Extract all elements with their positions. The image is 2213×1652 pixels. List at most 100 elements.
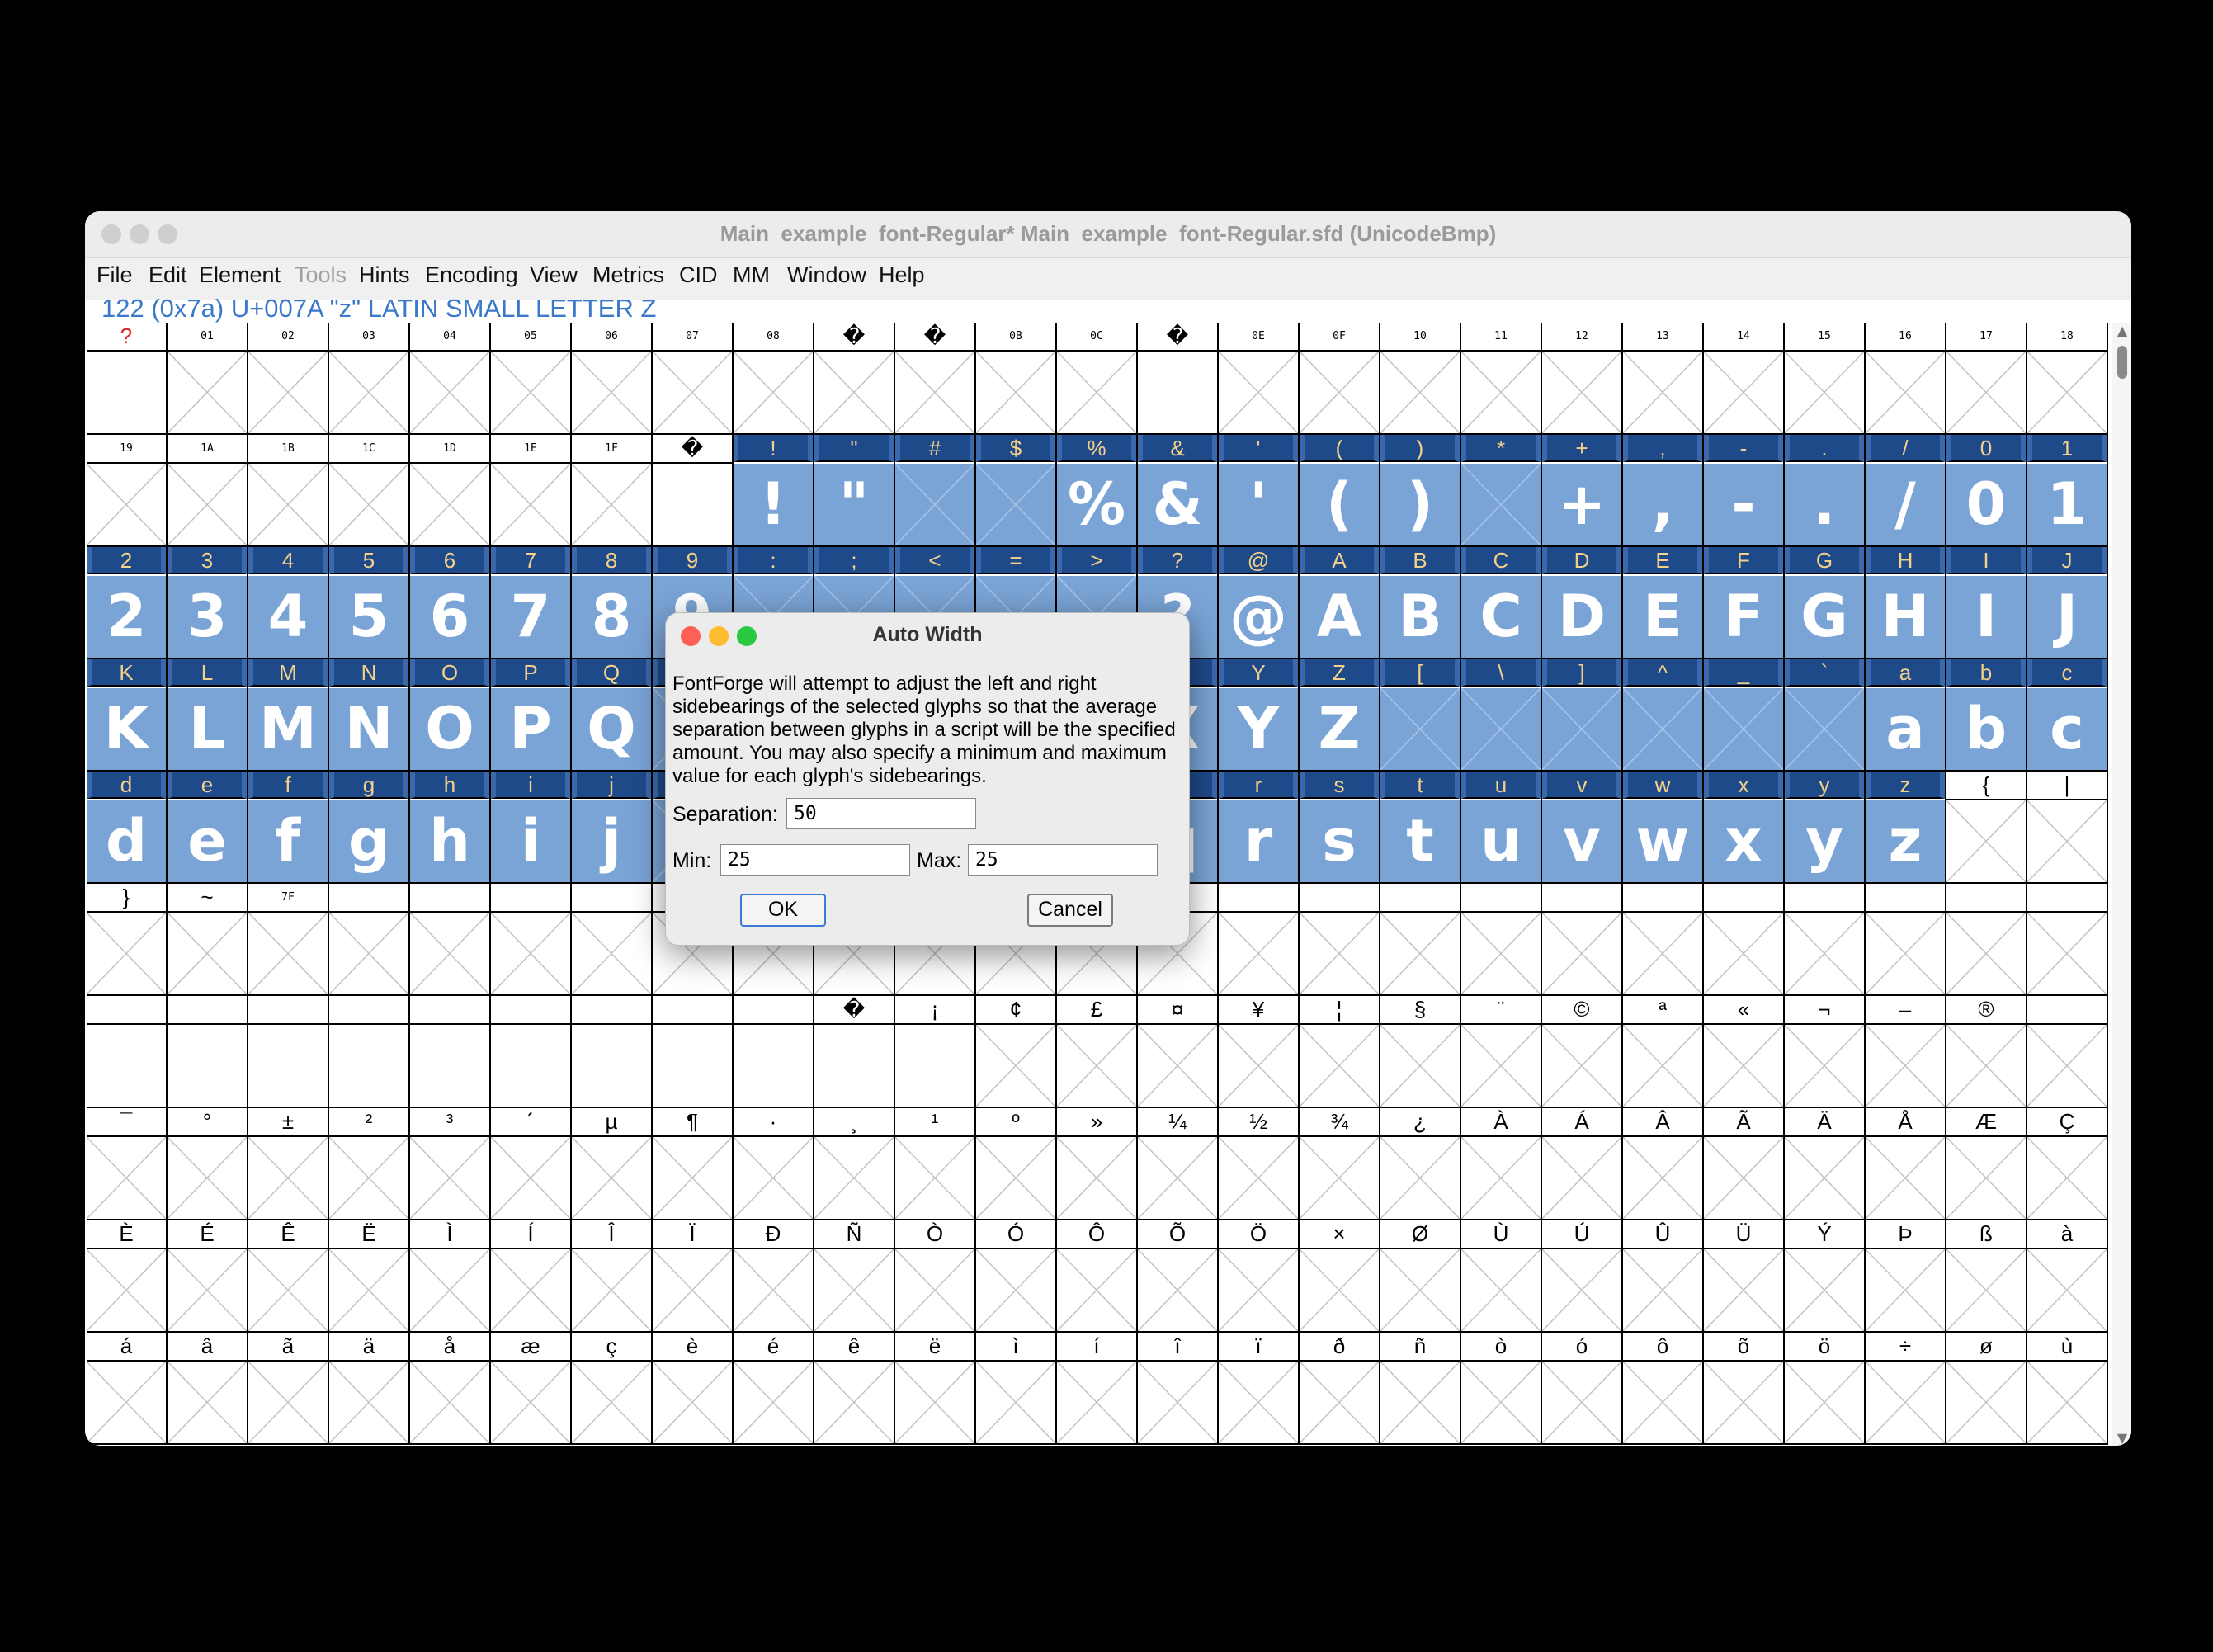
glyph-cell[interactable]: ii <box>491 772 572 884</box>
glyph-cell[interactable]: ¿ <box>1380 1108 1461 1220</box>
menu-help[interactable]: Help <box>879 262 925 288</box>
glyph-cell[interactable]: ¾ <box>1300 1108 1380 1220</box>
glyph-cell[interactable]: gg <box>329 772 410 884</box>
glyph-cell[interactable]: $ <box>976 435 1057 547</box>
glyph-cell[interactable]: ff <box>248 772 329 884</box>
glyph-cell[interactable]: dd <box>87 772 168 884</box>
glyph-cell[interactable]: Õ <box>1138 1220 1219 1333</box>
glyph-cell[interactable]: uu <box>1461 772 1542 884</box>
glyph-cell[interactable]: (( <box>1300 435 1380 547</box>
glyph-cell[interactable] <box>329 884 410 996</box>
glyph-cell[interactable] <box>653 996 734 1108</box>
glyph-cell[interactable]: YY <box>1219 659 1300 772</box>
separation-input[interactable] <box>786 798 976 829</box>
glyph-cell[interactable]: ô <box>1623 1333 1704 1445</box>
glyph-cell[interactable]: ss <box>1300 772 1380 884</box>
glyph-cell[interactable]: ¥ <box>1219 996 1300 1108</box>
glyph-cell[interactable]: º <box>976 1108 1057 1220</box>
glyph-cell[interactable]: á <box>87 1333 168 1445</box>
glyph-cell[interactable]: § <box>1380 996 1461 1108</box>
glyph-cell[interactable]: 44 <box>248 547 329 659</box>
glyph-cell[interactable]: ä <box>329 1333 410 1445</box>
glyph-cell[interactable]: ³ <box>410 1108 491 1220</box>
glyph-cell[interactable]: jj <box>572 772 653 884</box>
glyph-cell[interactable]: ¬ <box>1785 996 1866 1108</box>
vertical-scrollbar[interactable]: ▲ ▼ <box>2112 323 2131 1446</box>
glyph-cell[interactable]: ^ <box>1623 659 1704 772</box>
glyph-cell[interactable]: 00 <box>1946 435 2027 547</box>
glyph-cell[interactable]: Ý <box>1785 1220 1866 1333</box>
glyph-cell[interactable]: ? <box>87 323 168 435</box>
glyph-cell[interactable]: JJ <box>2027 547 2108 659</box>
glyph-cell[interactable]: 07 <box>653 323 734 435</box>
glyph-cell[interactable]: ww <box>1623 772 1704 884</box>
glyph-cell[interactable]: ` <box>1785 659 1866 772</box>
glyph-cell[interactable]: " " <box>814 435 895 547</box>
glyph-cell[interactable] <box>1542 884 1623 996</box>
glyph-cell[interactable]: ð <box>1300 1333 1380 1445</box>
glyph-cell[interactable]: 14 <box>1704 323 1785 435</box>
glyph-cell[interactable]: Ð <box>734 1220 814 1333</box>
glyph-cell[interactable]: ¡ <box>895 996 976 1108</box>
glyph-cell[interactable]: ´ <box>491 1108 572 1220</box>
glyph-cell[interactable]: ,, <box>1623 435 1704 547</box>
glyph-cell[interactable]: · <box>734 1108 814 1220</box>
glyph-cell[interactable]: 0B <box>976 323 1057 435</box>
glyph-cell[interactable] <box>87 996 168 1108</box>
glyph-cell[interactable]: 16 <box>1866 323 1946 435</box>
glyph-cell[interactable]: Ê <box>248 1220 329 1333</box>
glyph-cell[interactable]: !! <box>734 435 814 547</box>
glyph-cell[interactable]: Ë <box>329 1220 410 1333</box>
glyph-cell[interactable]: ¼ <box>1138 1108 1219 1220</box>
glyph-cell[interactable]: { <box>1946 772 2027 884</box>
glyph-cell[interactable] <box>491 884 572 996</box>
glyph-cell[interactable]: Ó <box>976 1220 1057 1333</box>
glyph-cell[interactable]: 19 <box>87 435 168 547</box>
glyph-cell[interactable]: KK <box>87 659 168 772</box>
glyph-cell[interactable]: 18 <box>2027 323 2108 435</box>
glyph-cell[interactable]: ½ <box>1219 1108 1300 1220</box>
glyph-cell[interactable]: 08 <box>734 323 814 435</box>
glyph-cell[interactable]: 0E <box>1219 323 1300 435</box>
glyph-cell[interactable]: xx <box>1704 772 1785 884</box>
glyph-cell[interactable]: rr <box>1219 772 1300 884</box>
glyph-cell[interactable]: å <box>410 1333 491 1445</box>
glyph-cell[interactable]: í <box>1057 1333 1138 1445</box>
glyph-cell[interactable]: Ù <box>1461 1220 1542 1333</box>
glyph-cell[interactable]: 10 <box>1380 323 1461 435</box>
glyph-cell[interactable]: HH <box>1866 547 1946 659</box>
glyph-cell[interactable]: 22 <box>87 547 168 659</box>
glyph-cell[interactable]: Ï <box>653 1220 734 1333</box>
glyph-cell[interactable]: ì <box>976 1333 1057 1445</box>
glyph-cell[interactable]: Â <box>1623 1108 1704 1220</box>
glyph-cell[interactable]: 11 <box>1461 323 1542 435</box>
glyph-cell[interactable]: æ <box>491 1333 572 1445</box>
glyph-cell[interactable]: FF <box>1704 547 1785 659</box>
glyph-cell[interactable]: 17 <box>1946 323 2027 435</box>
glyph-cell[interactable]: _ <box>1704 659 1785 772</box>
glyph-cell[interactable]: %% <box>1057 435 1138 547</box>
glyph-cell[interactable]: ÷ <box>1866 1333 1946 1445</box>
glyph-cell[interactable]: ZZ <box>1300 659 1380 772</box>
glyph-cell[interactable]: ù <box>2027 1333 2108 1445</box>
glyph-cell[interactable]: Î <box>572 1220 653 1333</box>
glyph-cell[interactable] <box>1219 884 1300 996</box>
glyph-cell[interactable]: ã <box>248 1333 329 1445</box>
glyph-cell[interactable]: À <box>1461 1108 1542 1220</box>
glyph-cell[interactable]: + + <box>1542 435 1623 547</box>
glyph-cell[interactable] <box>572 996 653 1108</box>
glyph-cell[interactable]: õ <box>1704 1333 1785 1445</box>
glyph-cell[interactable]: ñ <box>1380 1333 1461 1445</box>
glyph-cell[interactable]: Ä <box>1785 1108 1866 1220</box>
glyph-cell[interactable]: 0F <box>1300 323 1380 435</box>
glyph-cell[interactable]: â <box>168 1333 248 1445</box>
glyph-cell[interactable]: Æ <box>1946 1108 2027 1220</box>
glyph-cell[interactable]: ' ' <box>1219 435 1300 547</box>
glyph-cell[interactable]: 88 <box>572 547 653 659</box>
glyph-cell[interactable]: Ô <box>1057 1220 1138 1333</box>
glyph-cell[interactable]: ± <box>248 1108 329 1220</box>
glyph-cell[interactable]: è <box>653 1333 734 1445</box>
glyph-cell[interactable]: 77 <box>491 547 572 659</box>
glyph-cell[interactable]: 15 <box>1785 323 1866 435</box>
glyph-cell[interactable] <box>734 996 814 1108</box>
